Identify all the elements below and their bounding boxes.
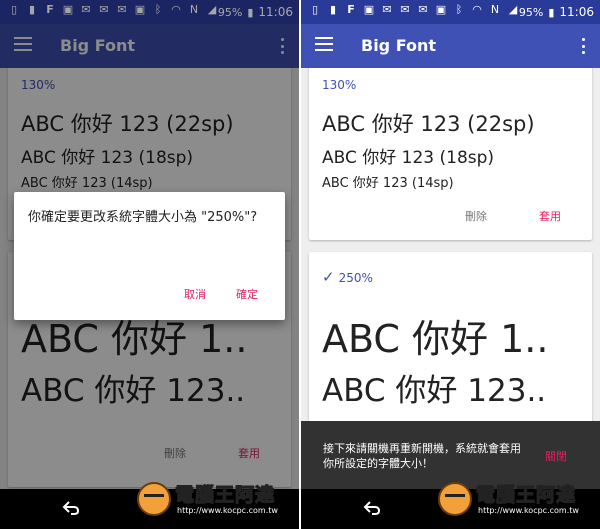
sample-18sp: ABC 你好 123 (18sp) xyxy=(322,148,495,168)
sample-14sp: ABC 你好 123 (14sp) xyxy=(322,176,454,191)
menu-icon[interactable] xyxy=(315,37,333,53)
delete-button[interactable]: 刪除 xyxy=(465,208,487,224)
mail-icon: ✉ xyxy=(400,3,410,16)
watermark-logo: 電腦王阿達 http://www.kocpc.com.tw xyxy=(137,476,297,524)
bluetooth-icon: ᛒ xyxy=(455,3,463,16)
status-icons: ▯ ▮ F ▣ ✉ ✉ ✉ ▣ ᛒ ◠ N ◢ xyxy=(309,4,519,16)
close-button[interactable]: 關閉 xyxy=(545,448,567,464)
snackbar-message: 接下來請關機再重新開機，系統就會套用你所設定的字體大小！ xyxy=(323,442,521,470)
clock: 11:06 xyxy=(559,5,594,19)
watermark-logo: 電腦王阿達 http://www.kocpc.com.tw xyxy=(438,476,598,524)
mascot-icon xyxy=(137,482,171,516)
wifi-icon: ◠ xyxy=(472,3,482,16)
dialog-message: 你確定要更改系統字體大小為 "250%"? xyxy=(28,210,258,225)
image-icon: ▣ xyxy=(363,3,375,16)
battery-icon: ▮ xyxy=(548,5,555,19)
left-screen: ▯ ▮ F ▣ ✉ ✉ ✉ ▣ ᛒ ◠ N ◢ 95% ▮ 11:06 Big … xyxy=(0,0,299,529)
mascot-icon xyxy=(438,482,472,516)
watermark-text: 電腦王阿達 xyxy=(475,483,577,506)
sample-large: ABC 你好 1.. xyxy=(322,317,549,361)
more-options-icon[interactable] xyxy=(582,38,586,54)
sample-22sp: ABC 你好 123 (22sp) xyxy=(322,112,535,136)
sample-medium: ABC 你好 123.. xyxy=(322,373,547,409)
status-bar: ▯ ▮ F ▣ ✉ ✉ ✉ ▣ ᛒ ◠ N ◢ 95% ▮ 11:06 xyxy=(301,0,600,24)
back-icon[interactable] xyxy=(363,500,381,516)
confirm-button[interactable]: 確定 xyxy=(236,286,258,302)
apply-button[interactable]: 套用 xyxy=(539,208,561,224)
signal-icon: ◢ xyxy=(508,3,518,16)
mail-icon: ✉ xyxy=(418,3,428,16)
cancel-button[interactable]: 取消 xyxy=(184,286,206,302)
right-screen: ▯ ▮ F ▣ ✉ ✉ ✉ ▣ ᛒ ◠ N ◢ 95% ▮ 11:06 Big … xyxy=(301,0,600,529)
watermark-url: http://www.kocpc.com.tw xyxy=(478,506,579,515)
app-title: Big Font xyxy=(361,36,437,55)
back-icon[interactable] xyxy=(62,500,80,516)
app-bar: Big Font xyxy=(301,24,600,68)
nfc-icon: N xyxy=(490,3,500,16)
tablet-icon: ▯ xyxy=(311,3,319,16)
confirm-dialog: 你確定要更改系統字體大小為 "250%"? 取消 確定 xyxy=(14,192,285,320)
sim-icon: ▮ xyxy=(329,3,337,16)
battery-level: 95% xyxy=(518,5,544,19)
check-icon: ✓ xyxy=(322,268,335,286)
card-label: 130% xyxy=(322,78,357,92)
image-icon: ▣ xyxy=(435,3,447,16)
card-label: ✓ 250% xyxy=(322,268,373,286)
watermark-text: 電腦王阿達 xyxy=(174,483,276,506)
facebook-icon: F xyxy=(347,3,355,16)
status-scrim xyxy=(0,0,299,24)
mail-icon: ✉ xyxy=(382,3,392,16)
font-card-130[interactable]: 130% ABC 你好 123 (22sp) ABC 你好 123 (18sp)… xyxy=(309,68,592,240)
watermark-url: http://www.kocpc.com.tw xyxy=(177,506,278,515)
